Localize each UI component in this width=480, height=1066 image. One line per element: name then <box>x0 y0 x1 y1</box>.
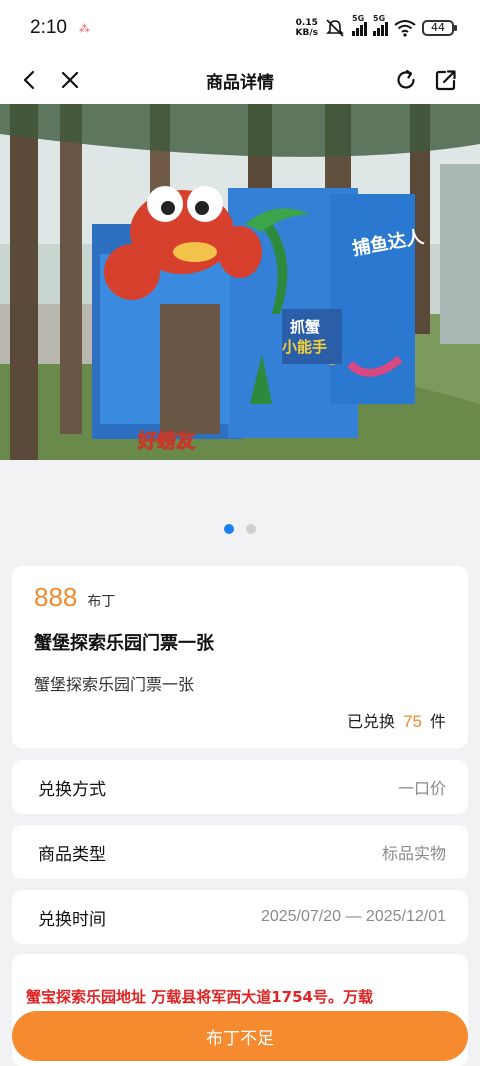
status-bar: 2:10 ⁂ 0.15 KB/s 5G 5G 44 <box>0 0 480 56</box>
status-indicators: 0.15 KB/s 5G 5G 44 <box>296 14 457 38</box>
share-button[interactable] <box>426 60 466 100</box>
detail-value: 2025/07/20 — 2025/12/01 <box>260 908 446 925</box>
signal-icon-sim1: 5G <box>352 14 367 36</box>
status-time: 2:10 <box>30 17 67 38</box>
detail-row-exchange-time: 兑换时间 2025/07/20 — 2025/12/01 <box>12 890 468 944</box>
detail-value: 一口价 <box>397 781 446 798</box>
product-image-carousel[interactable]: 捕鱼达人 抓蟹 小能手 好螃友 <box>0 104 480 460</box>
refresh-icon <box>397 69 415 89</box>
product-title: 蟹堡探索乐园门票一张 <box>34 633 214 654</box>
carousel-indicator <box>0 524 480 534</box>
detail-row-exchange-method: 兑换方式 一口价 <box>12 760 468 814</box>
exchanged-number: 75 <box>403 712 422 731</box>
price: 888 布丁 <box>34 582 115 613</box>
mute-icon <box>326 19 344 37</box>
wifi-icon <box>394 20 416 37</box>
detail-row-product-type: 商品类型 标品实物 <box>12 825 468 879</box>
detail-label: 商品类型 <box>38 844 106 865</box>
insufficient-pudding-button[interactable]: 布丁不足 <box>12 1011 468 1061</box>
exchanged-prefix: 已兑换 <box>347 712 396 731</box>
back-icon <box>23 70 35 90</box>
product-description: 蟹堡探索乐园门票一张 <box>34 675 195 694</box>
network-speed-value: 0.15 <box>295 18 318 28</box>
hero-text-expert: 小能手 <box>282 338 327 356</box>
back-button[interactable] <box>10 60 50 100</box>
exchanged-suffix: 件 <box>429 712 446 731</box>
detail-value: 标品实物 <box>381 846 446 863</box>
price-unit: 布丁 <box>87 594 116 610</box>
carousel-dot-active[interactable] <box>224 524 234 534</box>
carousel-dot[interactable] <box>246 524 256 534</box>
product-info-card: 888 布丁 蟹堡探索乐园门票一张 蟹堡探索乐园门票一张 已兑换 75 件 <box>12 566 468 748</box>
signal-icon-sim2: 5G <box>373 14 388 36</box>
hero-text-catch-crab: 抓蟹 <box>290 318 320 336</box>
detail-label: 兑换方式 <box>38 779 106 800</box>
address-text: 蟹宝探索乐园地址 万载县将军西大道1754号。万载 <box>26 988 373 1006</box>
battery-icon: 44 <box>422 20 457 36</box>
price-amount: 888 <box>34 582 78 612</box>
hero-text-good-crab-friend: 好螃友 <box>137 429 195 452</box>
notification-icon: ⁂ <box>78 21 90 35</box>
refresh-button[interactable] <box>386 60 426 100</box>
close-icon <box>61 71 79 89</box>
detail-label: 兑换时间 <box>38 909 106 930</box>
exchanged-count: 已兑换 75 件 <box>347 708 446 732</box>
network-speed: 0.15 KB/s <box>296 18 318 38</box>
share-icon <box>435 70 456 91</box>
nav-bar: 商品详情 <box>0 56 480 104</box>
product-photo: 捕鱼达人 抓蟹 小能手 好螃友 <box>0 104 480 460</box>
network-speed-unit: KB/s <box>295 28 318 38</box>
close-button[interactable] <box>50 60 90 100</box>
